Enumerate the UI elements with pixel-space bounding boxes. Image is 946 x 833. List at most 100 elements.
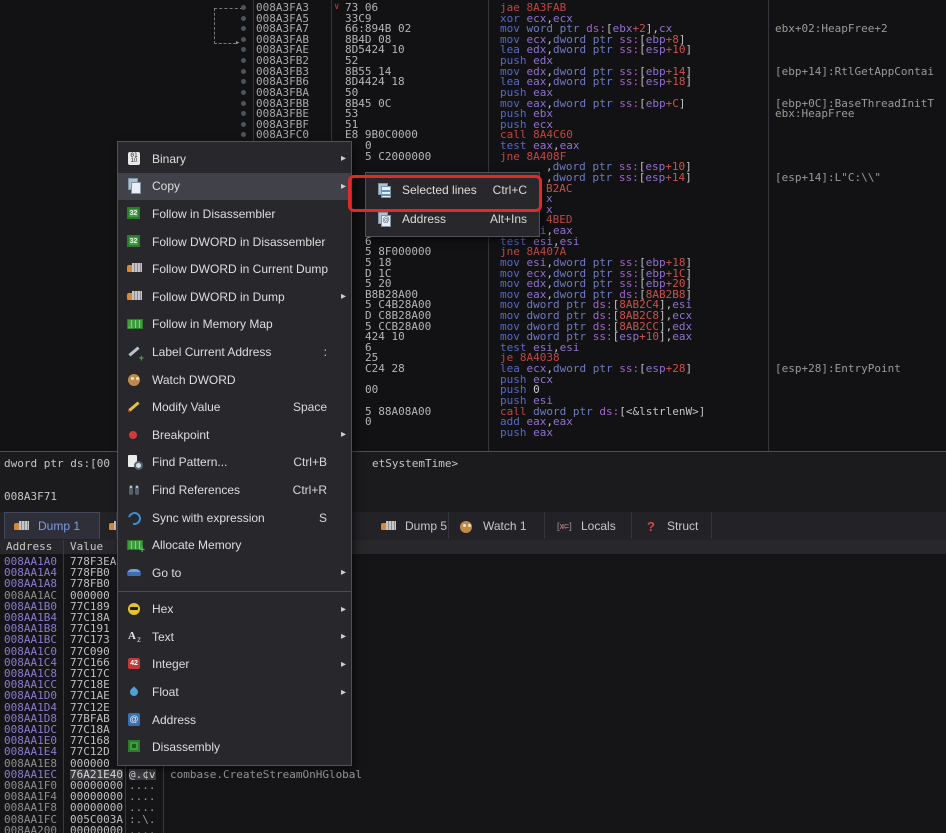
menu-item-shortcut: Ctrl+B [293,455,327,469]
breakpoint-dot-icon[interactable] [241,79,246,84]
disasm-row[interactable]: 008A3FBE53push ebxebx:HeapFree [0,108,946,119]
menu-item-shortcut: Ctrl+R [293,483,327,497]
instruction-bytes: 5 C2000000 [365,151,431,162]
menu-item-follow-in-disassembler[interactable]: Follow in Disassembler [118,200,351,228]
menu-item-float[interactable]: Float▸ [118,678,351,706]
truck-icon [380,519,398,533]
menu-item-label: Address [152,713,196,727]
menu-item-label: Follow DWORD in Disassembler [152,235,325,249]
breakpoint-dot-icon[interactable] [241,69,246,74]
tab-locals[interactable]: Locals [548,512,632,539]
menu-item-label: Allocate Memory [152,538,241,552]
info-line1-right: etSystemTime> [372,457,458,470]
menu-item-label: Integer [152,657,189,671]
tab-struct[interactable]: Struct [634,512,712,539]
menu-item-label: Follow in Disassembler [152,207,275,221]
menu-item-allocate-memory[interactable]: Allocate Memory [118,531,351,559]
disasm-row[interactable]: 008A3FAB8B4D 08mov ecx,dword ptr ss:[ebp… [0,34,946,45]
menu-item-label: Hex [152,602,173,616]
instruction-bytes: E8 9B0C0000 [345,129,418,140]
disasm-row[interactable]: 008A3FAE8D5424 10lea edx,dword ptr ss:[e… [0,44,946,55]
menu-item-label: Label Current Address [152,345,271,359]
struct-icon [642,519,660,533]
menu-item-breakpoint[interactable]: Breakpoint▸ [118,421,351,449]
breakpoint-dot-icon[interactable] [241,101,246,106]
breakpoint-dot-icon[interactable] [241,37,246,42]
instruction-token: push [500,426,533,439]
menu-item-follow-dword-in-current-dump[interactable]: Follow DWORD in Current Dump [118,255,351,283]
menu-item-text[interactable]: Text▸ [118,623,351,651]
instruction-comment: [esp+28]:EntryPoint [775,363,901,374]
locals-icon [556,519,574,533]
dump-row[interactable]: 008AA20000000000.... [0,825,946,833]
float-drop-icon [126,684,144,700]
breakpoint-dot-icon[interactable] [241,122,246,127]
binoculars-icon [126,482,144,498]
breakpoint-dot-icon[interactable] [241,58,246,63]
submenu-arrow-icon: ▸ [341,429,346,440]
dump-ascii: :.\. [129,814,156,825]
menu-item-label: Binary [152,152,186,166]
disasm-row[interactable]: 008A3FC0E8 9B0C0000call 8A4C60 [0,129,946,140]
breakpoint-dot-icon[interactable] [241,26,246,31]
menu-item-follow-in-memory-map[interactable]: Follow in Memory Map [118,311,351,339]
breakpoint-dot-icon[interactable] [241,47,246,52]
hex-face-icon [126,601,144,617]
menu-item-disassembly[interactable]: Disassembly [118,733,351,761]
dump-address: 008AA1FC [4,814,57,825]
menu-item-label-current-address[interactable]: Label Current Address: [118,338,351,366]
dump-row[interactable]: 008AA1FC 005C003A :.\. [0,814,946,825]
allocate-memory-icon [126,537,144,553]
instruction-text: push eax [500,427,553,438]
dump-value: 77C12D [70,746,110,757]
breakpoint-dot-icon[interactable] [241,90,246,95]
tab-partial[interactable] [100,512,117,539]
disasm-row[interactable]: ∨008A3FA373 06jae 8A3FAB [0,2,946,13]
menu-item-label: Copy [152,179,180,193]
menu-item-label: Watch DWORD [152,373,236,387]
menu-item-label: Disassembly [152,740,220,754]
dump-address: 008AA1E4 [4,746,57,757]
dump-row[interactable]: 008AA1F800000000.... [0,802,946,813]
breakpoint-dot-icon[interactable] [241,111,246,116]
breakpoint-dot-icon[interactable] [241,16,246,21]
tab-label: Watch 1 [483,519,527,533]
breakpoint-dot-icon[interactable] [241,5,246,10]
x64dbg-window: ▸ ∨008A3FA373 06jae 8A3FAB008A3FA533C9xo… [0,0,946,833]
tab-label: Locals [581,519,616,533]
breakpoint-icon [126,427,144,443]
menu-item-go-to[interactable]: Go to▸ [118,559,351,587]
instruction-bytes: 5 88A08A00 [365,406,431,417]
tab-dump-5[interactable]: Dump 5 [372,512,449,539]
breakpoint-dot-icon[interactable] [241,132,246,137]
dump-address: 008AA200 [4,825,57,833]
dump-header-address: Address [6,540,52,554]
tab-watch-1[interactable]: Watch 1 [450,512,545,539]
menu-item-modify-value[interactable]: Modify ValueSpace [118,393,351,421]
dump-value: 005C003A [70,814,123,825]
menu-item-copy[interactable]: Copy▸ [118,173,351,201]
disasm-row[interactable]: 008A3FB68D4424 18lea eax,dword ptr ss:[e… [0,76,946,87]
truck-icon [108,519,117,533]
menu-item-binary[interactable]: Binary▸ [118,145,351,173]
menu-item-follow-dword-in-disassembler[interactable]: Follow DWORD in Disassembler [118,228,351,256]
tab-dump-1[interactable]: Dump 1 [4,512,100,539]
menu-item-find-references[interactable]: Find ReferencesCtrl+R [118,476,351,504]
menu-item-integer[interactable]: Integer▸ [118,651,351,679]
truck-icon [126,261,144,277]
submenu-arrow-icon: ▸ [341,631,346,642]
menu-item-find-pattern[interactable]: Find Pattern...Ctrl+B [118,449,351,477]
disasm-row[interactable]: 008A3FA766:894B 02mov word ptr ds:[ebx+2… [0,23,946,34]
menu-item-address[interactable]: Address [118,706,351,734]
menu-item-hex[interactable]: Hex▸ [118,596,351,624]
disasm-row[interactable]: 008A3FB38B55 14mov edx,dword ptr ss:[ebp… [0,66,946,77]
menu-item-label: Go to [152,566,181,580]
menu-item-follow-dword-in-dump[interactable]: Follow DWORD in Dump▸ [118,283,351,311]
menu-item-sync-with-expression[interactable]: Sync with expressionS [118,504,351,532]
dump-value: 00000000 [70,802,123,813]
dump-ascii: .... [129,802,156,813]
instruction-bytes: 0 [365,416,372,427]
menu-item-watch-dword[interactable]: Watch DWORD [118,366,351,394]
menu-item-shortcut: Space [293,400,327,414]
disasm-row[interactable]: 008A3FBF51push ecx [0,119,946,130]
